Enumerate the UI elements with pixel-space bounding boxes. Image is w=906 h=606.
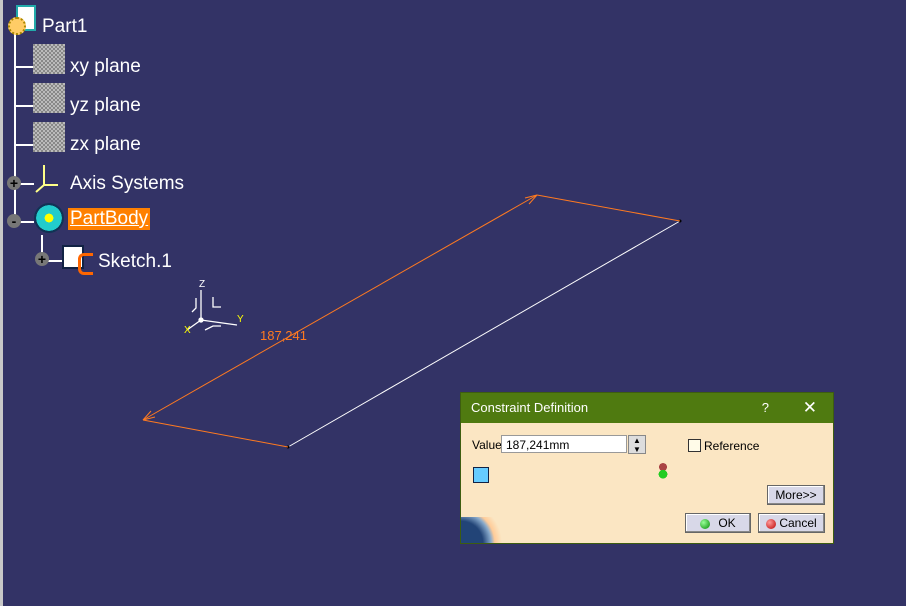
ok-button[interactable]: OK: [685, 513, 751, 533]
tree-connector: [14, 144, 34, 146]
tree-item-part1[interactable]: Part1: [42, 16, 87, 38]
plane-icon[interactable]: [33, 44, 65, 74]
tree-item-axis-systems[interactable]: Axis Systems: [70, 173, 184, 195]
axis-y-label: Y: [237, 314, 244, 325]
dialog-title-bar[interactable]: Constraint Definition ? ✕: [461, 393, 833, 423]
ok-icon: [700, 518, 711, 529]
tree-item-zx-plane[interactable]: zx plane: [70, 134, 141, 156]
expand-icon[interactable]: +: [35, 252, 49, 266]
ok-label: OK: [718, 516, 736, 530]
sketch-icon[interactable]: [62, 243, 93, 275]
dialog-logo: [461, 517, 509, 543]
dimension-type-icon: [473, 467, 489, 483]
tree-connector: [14, 105, 34, 107]
tree-connector: [14, 30, 16, 220]
tree-connector: [48, 260, 62, 262]
value-spinner[interactable]: ▲ ▼: [628, 435, 646, 454]
axis-x-label: X: [184, 325, 191, 336]
value-label: Value: [472, 438, 502, 452]
reference-label: Reference: [704, 439, 760, 453]
help-button[interactable]: ?: [762, 393, 769, 423]
tree-item-partbody[interactable]: PartBody: [68, 208, 151, 230]
tree-item-xy-plane[interactable]: xy plane: [70, 56, 141, 78]
collapse-icon[interactable]: -: [7, 214, 21, 228]
tree-connector: [20, 183, 34, 185]
dimension-label[interactable]: 187,241: [260, 328, 307, 343]
tree-item-yz-plane[interactable]: yz plane: [70, 95, 141, 117]
tree-connector: [14, 66, 34, 68]
lock-icon: [658, 463, 668, 479]
cancel-icon: [766, 518, 777, 529]
body-icon[interactable]: [34, 203, 64, 233]
value-input[interactable]: 187,241mm: [501, 435, 627, 453]
dialog-title: Constraint Definition: [471, 400, 589, 415]
compass-axis-icon: [186, 290, 238, 331]
constraint-definition-dialog: Constraint Definition ? ✕ Value 187,241m…: [460, 392, 834, 544]
part-icon[interactable]: [6, 5, 38, 35]
plane-icon[interactable]: [33, 83, 65, 113]
plane-icon[interactable]: [33, 122, 65, 152]
tree-connector: [20, 221, 34, 223]
reference-checkbox[interactable]: [688, 439, 701, 452]
axis-z-label: Z: [199, 279, 205, 290]
cancel-button[interactable]: Cancel: [758, 513, 825, 533]
cancel-label: Cancel: [779, 516, 817, 530]
tree-item-sketch1[interactable]: Sketch.1: [98, 251, 172, 273]
axis-system-icon[interactable]: [33, 163, 65, 193]
close-button[interactable]: ✕: [803, 393, 817, 423]
expand-icon[interactable]: +: [7, 176, 21, 190]
more-button[interactable]: More>>: [767, 485, 825, 505]
